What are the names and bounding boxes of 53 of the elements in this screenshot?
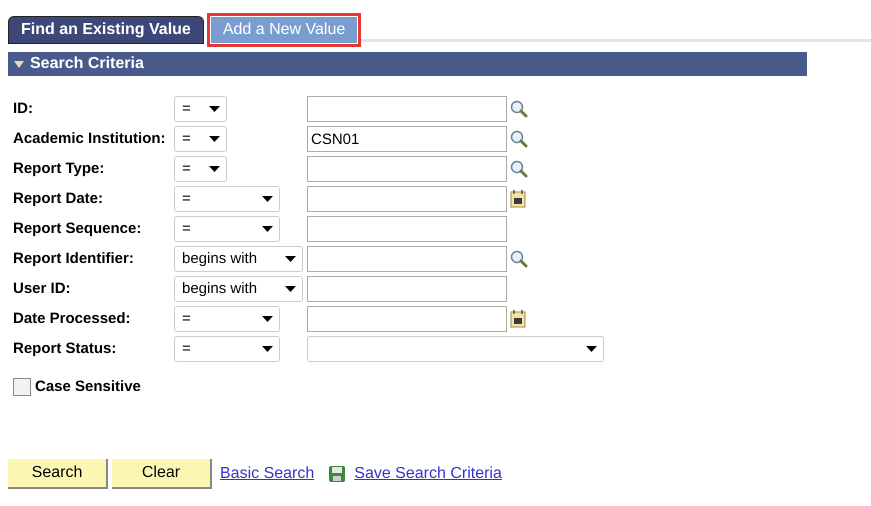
field-label: Report Sequence: [12, 218, 142, 239]
dropdown-arrow-icon [262, 346, 273, 352]
dropdown-arrow-icon [209, 166, 220, 172]
input-field[interactable] [307, 156, 507, 182]
link[interactable]: Save Search Criteria [354, 462, 502, 486]
checkbox[interactable] [13, 378, 31, 396]
field-label: ID: [12, 98, 34, 119]
section-title: Search Criteria [30, 54, 144, 74]
field-label: Report Identifier: [12, 248, 135, 269]
dropdown-arrow-icon [209, 106, 220, 112]
field-label: Report Status: [12, 338, 118, 359]
search-icon[interactable] [510, 130, 528, 148]
operator-dropdown[interactable]: = [174, 186, 280, 212]
action-button[interactable]: Clear [112, 458, 212, 488]
dropdown-arrow-icon [262, 316, 273, 322]
dropdown-arrow-icon [586, 346, 597, 352]
input-field[interactable] [307, 306, 507, 332]
input-field[interactable] [307, 96, 507, 122]
operator-dropdown[interactable]: begins with [174, 276, 303, 302]
dropdown-arrow-icon [262, 196, 273, 202]
dropdown-arrow-icon [285, 256, 296, 262]
calendar-icon[interactable] [510, 190, 526, 208]
operator-dropdown[interactable]: = [174, 96, 227, 122]
operator-dropdown[interactable]: = [174, 126, 227, 152]
tab[interactable]: Find an Existing Value [8, 16, 204, 44]
section-header[interactable]: Search Criteria [8, 52, 807, 76]
input-field[interactable]: CSN01 [307, 126, 507, 152]
operator-dropdown[interactable]: = [174, 306, 280, 332]
input-field[interactable] [307, 186, 507, 212]
collapse-arrow-icon [14, 60, 24, 68]
checkbox-label: Case Sensitive [35, 377, 141, 397]
input-field[interactable] [307, 276, 507, 302]
operator-dropdown[interactable]: = [174, 156, 227, 182]
search-icon[interactable] [510, 160, 528, 178]
dropdown-arrow-icon [285, 286, 296, 292]
dropdown-arrow-icon [209, 136, 220, 142]
input-field[interactable] [307, 246, 507, 272]
operator-dropdown[interactable]: = [174, 336, 280, 362]
operator-dropdown[interactable]: = [174, 216, 280, 242]
link[interactable]: Basic Search [220, 462, 314, 486]
field-label: Academic Institution: [12, 128, 167, 149]
search-icon[interactable] [510, 250, 528, 268]
field-label: Report Type: [12, 158, 106, 179]
status-dropdown[interactable] [307, 336, 604, 362]
field-label: Report Date: [12, 188, 104, 209]
field-label: Date Processed: [12, 308, 132, 329]
action-button[interactable]: Search [8, 458, 108, 488]
operator-dropdown[interactable]: begins with [174, 246, 303, 272]
dropdown-arrow-icon [262, 226, 273, 232]
calendar-icon[interactable] [510, 310, 526, 328]
search-icon[interactable] [510, 100, 528, 118]
input-field[interactable] [307, 216, 507, 242]
field-label: User ID: [12, 278, 72, 299]
